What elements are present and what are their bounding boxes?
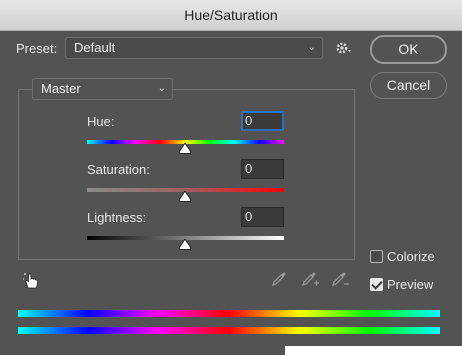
- preset-value: Default: [74, 40, 116, 55]
- channel-value: Master: [41, 81, 81, 96]
- preset-label: Preset:: [16, 41, 58, 56]
- ok-button[interactable]: OK: [370, 35, 447, 64]
- hue-input[interactable]: 0: [241, 111, 284, 131]
- adjustment-group: [18, 89, 355, 260]
- colorize-checkbox[interactable]: [370, 250, 383, 263]
- colorize-label: Colorize: [387, 249, 435, 264]
- chevron-down-icon: ⌄: [307, 42, 316, 53]
- window-title: Hue/Saturation: [0, 0, 462, 31]
- gear-icon[interactable]: [335, 40, 353, 56]
- hue-label: Hue:: [87, 114, 115, 129]
- preview-label: Preview: [387, 277, 434, 292]
- targeted-adjustment-hand-icon[interactable]: [21, 270, 41, 290]
- cancel-button[interactable]: Cancel: [370, 72, 447, 99]
- output-spectrum-bar[interactable]: [18, 327, 440, 334]
- lightness-label: Lightness:: [87, 210, 147, 225]
- input-spectrum-bar: [18, 310, 440, 317]
- hue-saturation-dialog: Hue/Saturation Preset: Default ⌄ OK Canc…: [0, 0, 462, 355]
- eyedropper-subtract-icon[interactable]: [330, 270, 350, 288]
- preview-checkbox[interactable]: [370, 278, 383, 291]
- lightness-input[interactable]: 0: [241, 207, 284, 227]
- saturation-label: Saturation:: [87, 162, 150, 177]
- eyedropper-add-icon[interactable]: [300, 270, 320, 288]
- eyedropper-icon[interactable]: [270, 270, 288, 288]
- chevron-down-icon: ⌄: [157, 83, 166, 94]
- background-strip: [285, 346, 462, 355]
- preset-dropdown[interactable]: Default ⌄: [65, 37, 323, 59]
- channel-dropdown[interactable]: Master ⌄: [32, 78, 173, 100]
- saturation-input[interactable]: 0: [241, 159, 284, 179]
